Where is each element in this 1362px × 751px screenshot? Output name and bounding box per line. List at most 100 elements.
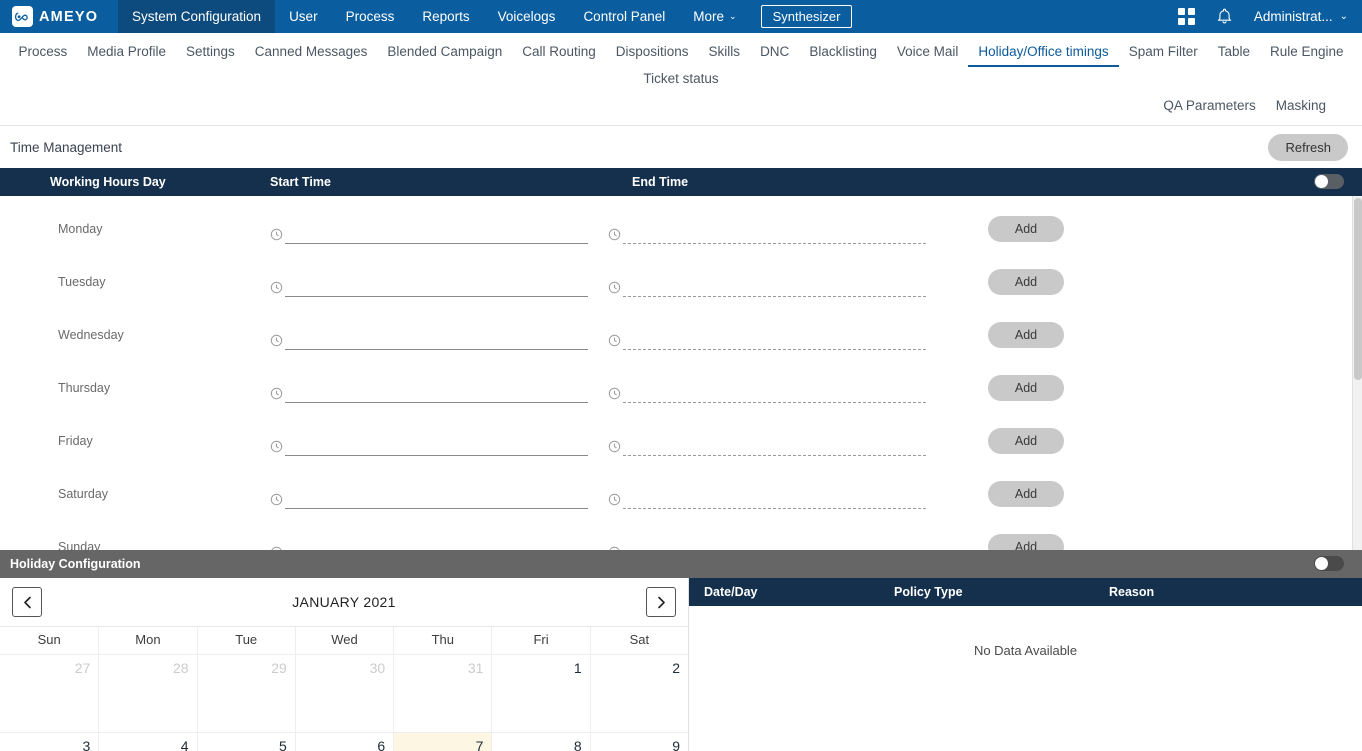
start-time-input-monday[interactable]	[270, 228, 588, 244]
nav-item-voicelogs[interactable]: Voicelogs	[484, 0, 570, 33]
nav-item-user[interactable]: User	[275, 0, 332, 33]
nav-item-reports[interactable]: Reports	[408, 0, 483, 33]
grid-apps-icon[interactable]	[1177, 8, 1195, 25]
time-management-toggle-cell	[1314, 174, 1344, 192]
holiday-configuration-toggle-cell	[1314, 556, 1344, 574]
grid-cell	[1187, 18, 1195, 25]
subnav-item-masking[interactable]: Masking	[1266, 94, 1336, 121]
input-underline	[285, 507, 588, 509]
subnav-item-dispositions[interactable]: Dispositions	[606, 40, 699, 67]
scrollbar-thumb[interactable]	[1354, 198, 1362, 380]
add-button-thursday[interactable]: Add	[988, 374, 1064, 401]
calendar-day-cell[interactable]: 6	[294, 733, 393, 751]
end-time-input-saturday[interactable]	[608, 493, 926, 509]
start-time-input-saturday[interactable]	[270, 493, 588, 509]
start-time-input-thursday[interactable]	[270, 387, 588, 403]
subnav-item-table[interactable]: Table	[1208, 40, 1260, 67]
add-button-wednesday[interactable]: Add	[988, 321, 1064, 348]
clock-icon	[608, 334, 621, 352]
holiday-configuration-body: JANUARY 2021 Sun Mon Tue Wed Thu Fri Sat…	[0, 578, 1362, 751]
clock-icon	[270, 281, 283, 299]
subnav-item-rule-engine[interactable]: Rule Engine	[1260, 40, 1354, 67]
nav-item-system-configuration[interactable]: System Configuration	[118, 0, 276, 33]
subnav-item-process[interactable]: Process	[8, 40, 77, 67]
subnav-item-spam-filter[interactable]: Spam Filter	[1119, 40, 1208, 67]
time-management-toggle[interactable]	[1314, 174, 1344, 189]
end-time-input-thursday[interactable]	[608, 387, 926, 403]
input-underline	[285, 242, 588, 244]
calendar-day-cell[interactable]: 1	[491, 655, 589, 732]
input-underline	[623, 401, 926, 403]
brand-logo[interactable]: AMEYO	[0, 0, 118, 33]
subnav-item-blacklisting[interactable]: Blacklisting	[799, 40, 887, 67]
subnav-item-call-routing[interactable]: Call Routing	[512, 40, 606, 67]
calendar-day-cell[interactable]: 8	[491, 733, 589, 751]
user-menu[interactable]: Administrat... ⌄	[1254, 9, 1348, 24]
column-header-end-time: End Time	[632, 175, 689, 189]
chevron-right-icon	[657, 596, 665, 608]
add-button-saturday[interactable]: Add	[988, 480, 1064, 507]
calendar-day-cell[interactable]: 4	[98, 733, 196, 751]
calendar-day-cell[interactable]: 30	[294, 655, 393, 732]
table-row: Saturday Add	[0, 467, 1362, 520]
calendar-next-month-button[interactable]	[646, 587, 676, 617]
calendar-day-cell[interactable]: 29	[196, 655, 295, 732]
clock-icon	[608, 440, 621, 458]
add-button-friday[interactable]: Add	[988, 427, 1064, 454]
nav-item-process[interactable]: Process	[332, 0, 409, 33]
subnav-item-ticket-status[interactable]: Ticket status	[633, 67, 728, 94]
subnav-item-holiday-office-timings[interactable]: Holiday/Office timings	[968, 40, 1119, 67]
calendar-day-cell[interactable]: 9	[589, 733, 688, 751]
end-time-input-wednesday[interactable]	[608, 334, 926, 350]
calendar-day-cell[interactable]: 2	[589, 655, 688, 732]
nav-label: Voicelogs	[497, 9, 556, 24]
add-button-sunday[interactable]: Add	[988, 533, 1064, 550]
end-time-input-friday[interactable]	[608, 440, 926, 456]
subnav-item-settings[interactable]: Settings	[176, 40, 245, 67]
time-management-scrollbar[interactable]	[1352, 196, 1362, 550]
subnav-item-media-profile[interactable]: Media Profile	[77, 40, 176, 67]
calendar-weeks: 27 28 29 30 31 1 2 3 4 5 6 7 8 9	[0, 654, 688, 751]
subnav-item-dnc[interactable]: DNC	[750, 40, 799, 67]
start-time-input-wednesday[interactable]	[270, 334, 588, 350]
synthesizer-button[interactable]: Synthesizer	[760, 5, 853, 28]
holiday-table-empty-message: No Data Available	[973, 643, 1078, 658]
user-name-label: Administrat...	[1253, 9, 1333, 24]
calendar-day-cell-today[interactable]: 7	[393, 733, 492, 751]
nav-item-control-panel[interactable]: Control Panel	[569, 0, 679, 33]
subnav-item-blended-campaign[interactable]: Blended Campaign	[377, 40, 512, 67]
add-button-tuesday[interactable]: Add	[988, 268, 1064, 295]
calendar-day-cell[interactable]: 31	[393, 655, 491, 732]
subnav-item-canned-messages[interactable]: Canned Messages	[245, 40, 378, 67]
table-row: Friday Add	[0, 414, 1362, 467]
refresh-button[interactable]: Refresh	[1268, 133, 1348, 161]
subnav-item-skills[interactable]: Skills	[699, 40, 751, 67]
subnav-item-voice-mail[interactable]: Voice Mail	[887, 40, 969, 67]
input-underline	[285, 401, 588, 403]
calendar-day-cell[interactable]: 5	[196, 733, 295, 751]
calendar-prev-month-button[interactable]	[12, 587, 42, 617]
start-time-input-tuesday[interactable]	[270, 281, 588, 297]
calendar-day-cell[interactable]: 27	[0, 655, 98, 732]
calendar-day-cell[interactable]: 28	[98, 655, 196, 732]
subnav-row-primary: Process Media Profile Settings Canned Me…	[0, 40, 1362, 94]
top-navigation-bar: AMEYO System Configuration User Process …	[0, 0, 1362, 33]
top-nav-right-group: Administrat... ⌄	[1177, 0, 1362, 33]
holiday-configuration-toggle[interactable]	[1314, 556, 1344, 571]
start-time-input-friday[interactable]	[270, 440, 588, 456]
clock-icon	[608, 387, 621, 405]
end-time-input-tuesday[interactable]	[608, 281, 926, 297]
chevron-down-icon: ⌄	[729, 11, 737, 21]
toggle-knob	[1315, 557, 1328, 570]
bell-icon[interactable]	[1217, 8, 1232, 25]
subnav-item-qa-parameters[interactable]: QA Parameters	[1153, 94, 1265, 121]
calendar-day-cell[interactable]: 3	[0, 733, 98, 751]
row-day-label: Saturday	[58, 486, 109, 501]
nav-item-more[interactable]: More ⌄	[679, 0, 750, 33]
end-time-input-monday[interactable]	[608, 228, 926, 244]
add-button-monday[interactable]: Add	[988, 215, 1064, 242]
input-underline	[285, 295, 588, 297]
row-day-label: Sunday	[58, 539, 101, 551]
brand-name: AMEYO	[39, 8, 99, 25]
weekday-thu: Thu	[393, 627, 491, 654]
